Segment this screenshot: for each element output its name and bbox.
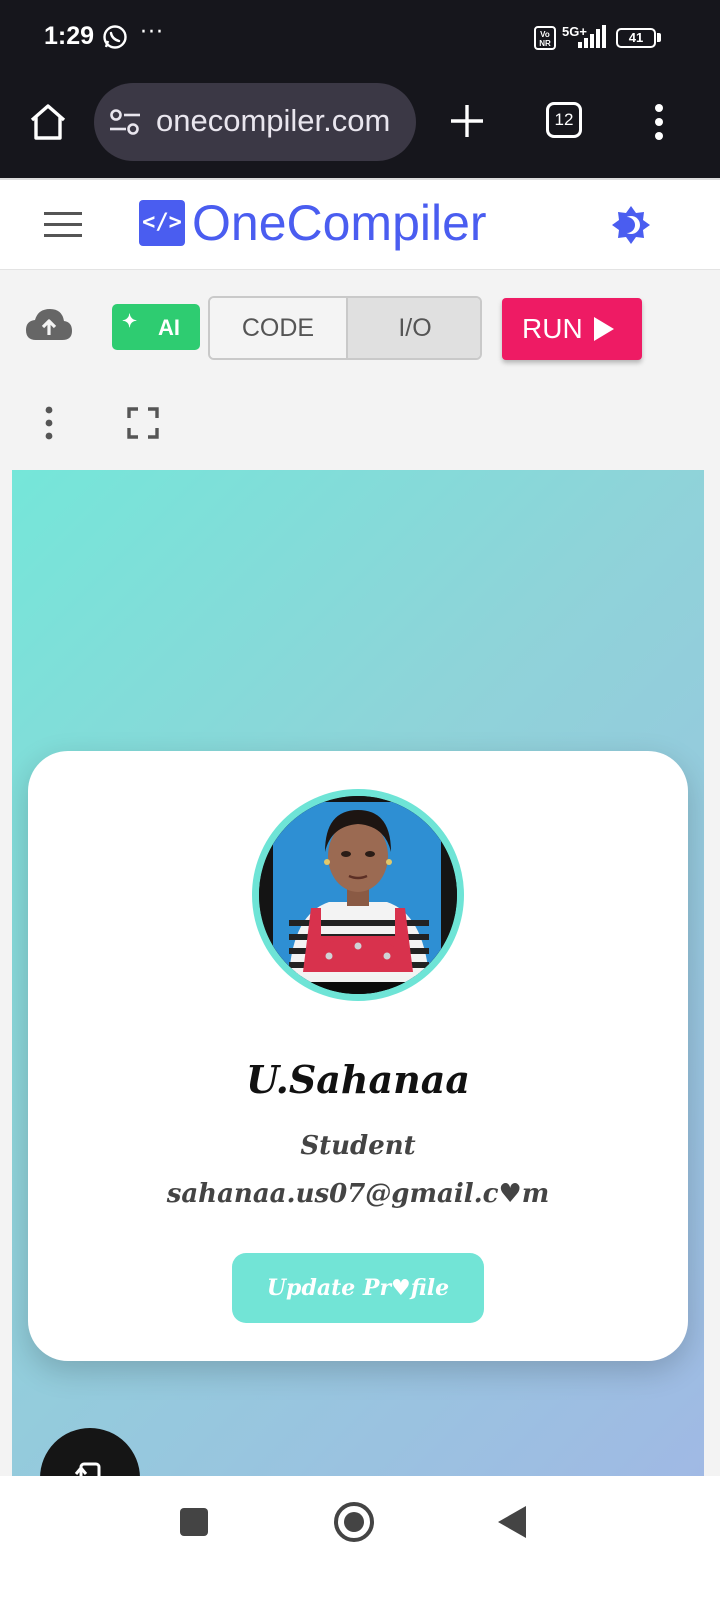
whatsapp-icon — [102, 24, 128, 54]
home-nav-button[interactable] — [334, 1502, 374, 1542]
more-vert-icon — [45, 406, 53, 440]
menu-button[interactable] — [44, 210, 82, 240]
home-icon — [30, 104, 66, 140]
volte-icon: Vo NR — [534, 26, 556, 50]
theme-toggle-button[interactable] — [610, 204, 652, 246]
profile-avatar — [252, 789, 464, 1001]
ai-button[interactable]: ✦ AI — [112, 304, 200, 350]
system-nav-bar — [0, 1476, 720, 1600]
cloud-upload-icon — [26, 309, 72, 340]
status-time: 1:29 — [44, 22, 95, 50]
ai-label: AI — [158, 315, 180, 340]
site-settings-icon[interactable] — [108, 107, 142, 141]
browser-toolbar: onecompiler.com 12 — [0, 78, 720, 178]
profile-name: U.Sahanaa — [245, 1057, 471, 1102]
editor-menu-button[interactable] — [40, 406, 58, 446]
address-bar[interactable]: onecompiler.com — [94, 83, 416, 161]
battery-tip — [657, 33, 661, 42]
profile-card: U.Sahanaa Student sahanaa.us07@gmail.c♥m… — [28, 751, 688, 1361]
home-button[interactable] — [26, 100, 70, 144]
site-header: </> OneCompiler — [0, 178, 720, 270]
run-button[interactable]: RUN — [502, 298, 642, 360]
save-cloud-button[interactable] — [24, 306, 74, 348]
tab-code[interactable]: CODE — [210, 298, 348, 358]
sparkle-icon: ✦ — [122, 311, 138, 331]
back-button[interactable] — [496, 1504, 528, 1544]
play-icon — [594, 317, 614, 341]
new-tab-button[interactable] — [446, 100, 488, 142]
fullscreen-button[interactable] — [126, 406, 160, 444]
network-type: 5G+ — [562, 24, 587, 39]
logo-text[interactable]: OneCompiler — [192, 194, 487, 252]
plus-icon — [451, 105, 483, 137]
tab-io[interactable]: I/O — [348, 298, 480, 358]
browser-menu-button[interactable] — [650, 100, 668, 144]
battery-level: 41 — [628, 30, 644, 45]
brightness-icon — [612, 206, 650, 244]
tab-switcher-button[interactable]: 12 — [546, 102, 582, 138]
run-label: RUN — [522, 313, 583, 344]
status-bar: 1:29 ··· Vo NR 5G+ 41 — [0, 0, 720, 78]
more-notifications-icon: ··· — [140, 20, 164, 45]
profile-email: sahanaa.us07@gmail.c♥m — [166, 1179, 550, 1209]
fullscreen-icon — [127, 407, 159, 439]
more-vert-icon — [655, 104, 663, 140]
back-icon — [498, 1506, 526, 1538]
recents-button[interactable] — [180, 1508, 208, 1536]
profile-role: Student — [300, 1131, 416, 1161]
hamburger-icon — [44, 212, 82, 237]
url-text: onecompiler.com — [156, 103, 391, 138]
logo-mark[interactable]: </> — [139, 200, 185, 246]
view-toggle: CODE I/O — [208, 296, 482, 360]
battery-icon: 41 — [616, 28, 656, 48]
output-preview: U.Sahanaa Student sahanaa.us07@gmail.c♥m… — [12, 470, 704, 1476]
update-profile-button[interactable]: Update Pr♥file — [232, 1253, 484, 1323]
editor-toolbar: ✦ AI CODE I/O RUN — [0, 270, 720, 470]
